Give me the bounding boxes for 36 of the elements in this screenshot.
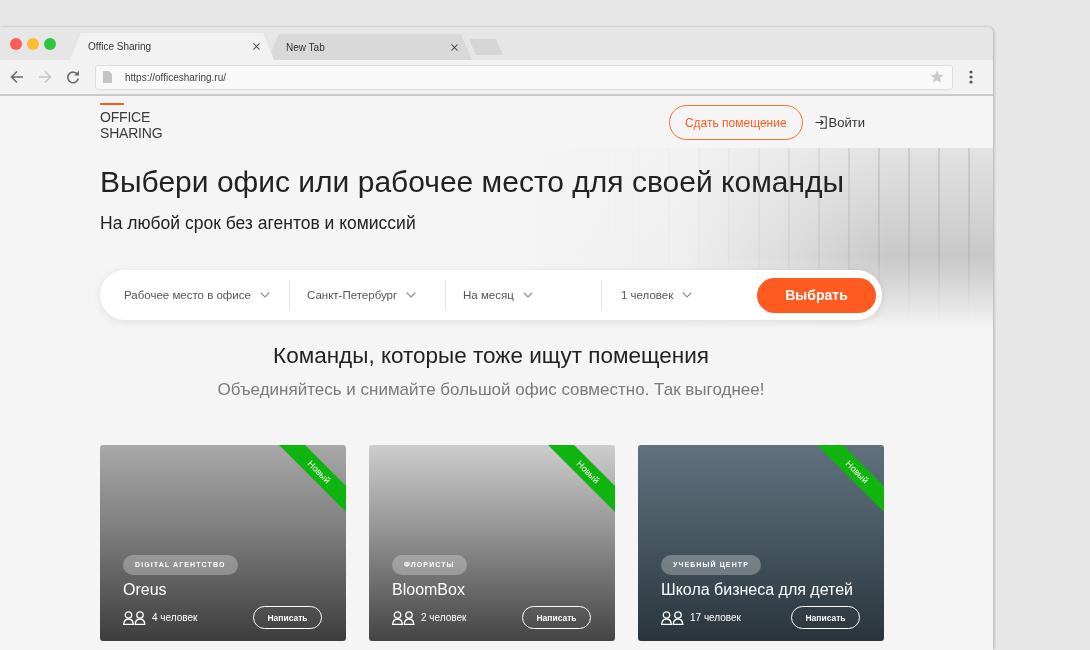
team-name: Oreus (123, 580, 167, 600)
chevron-down-icon (682, 292, 693, 298)
filter-dropdown[interactable]: Санкт-Петербург (290, 270, 445, 320)
close-icon[interactable] (253, 43, 260, 50)
people-icon (123, 610, 146, 625)
member-count: 4 человек (152, 612, 198, 623)
reload-icon[interactable] (66, 70, 80, 84)
chevron-down-icon (406, 292, 417, 298)
filter-dropdown[interactable]: Рабочее место в офисе (100, 270, 289, 320)
login-link[interactable]: Войти (814, 115, 865, 130)
menu-icon[interactable] (969, 70, 973, 84)
people-icon (392, 610, 415, 625)
member-count: 17 человек (690, 612, 741, 623)
chevron-down-icon (522, 292, 533, 298)
member-count: 2 человек (421, 612, 467, 623)
page-icon (103, 71, 112, 83)
minimize-window-icon[interactable] (27, 38, 39, 50)
address-bar[interactable]: https://officesharing.ru/ (95, 64, 953, 90)
section-title: Команды, которые тоже ищут помещения (272, 342, 710, 370)
close-window-icon[interactable] (10, 38, 22, 50)
team-name: Школа бизнеса для детей (661, 580, 854, 600)
close-icon[interactable] (451, 43, 458, 51)
filter-dropdown[interactable]: На месяц (446, 270, 601, 320)
browser-tab[interactable]: Office Sharing (70, 33, 274, 60)
back-arrow-icon[interactable] (10, 70, 24, 84)
logo[interactable]: OFFICE SHARING (100, 103, 163, 141)
team-name: BloomBox (392, 580, 465, 600)
hero-subtitle: На любой срок без агентов и комиссий (100, 212, 417, 234)
people-icon (661, 610, 684, 625)
filter-dropdown[interactable]: 1 человек (602, 270, 742, 320)
hero-title: Выбери офис или рабочее место для своей команды (100, 164, 846, 200)
login-icon (814, 116, 827, 129)
section-subtitle: Объединяйтесь и снимайте большой офис совместно. Так выгоднее! (216, 379, 766, 401)
chevron-down-icon (259, 292, 270, 298)
maximize-window-icon[interactable] (44, 38, 56, 50)
star-icon[interactable] (930, 70, 944, 84)
